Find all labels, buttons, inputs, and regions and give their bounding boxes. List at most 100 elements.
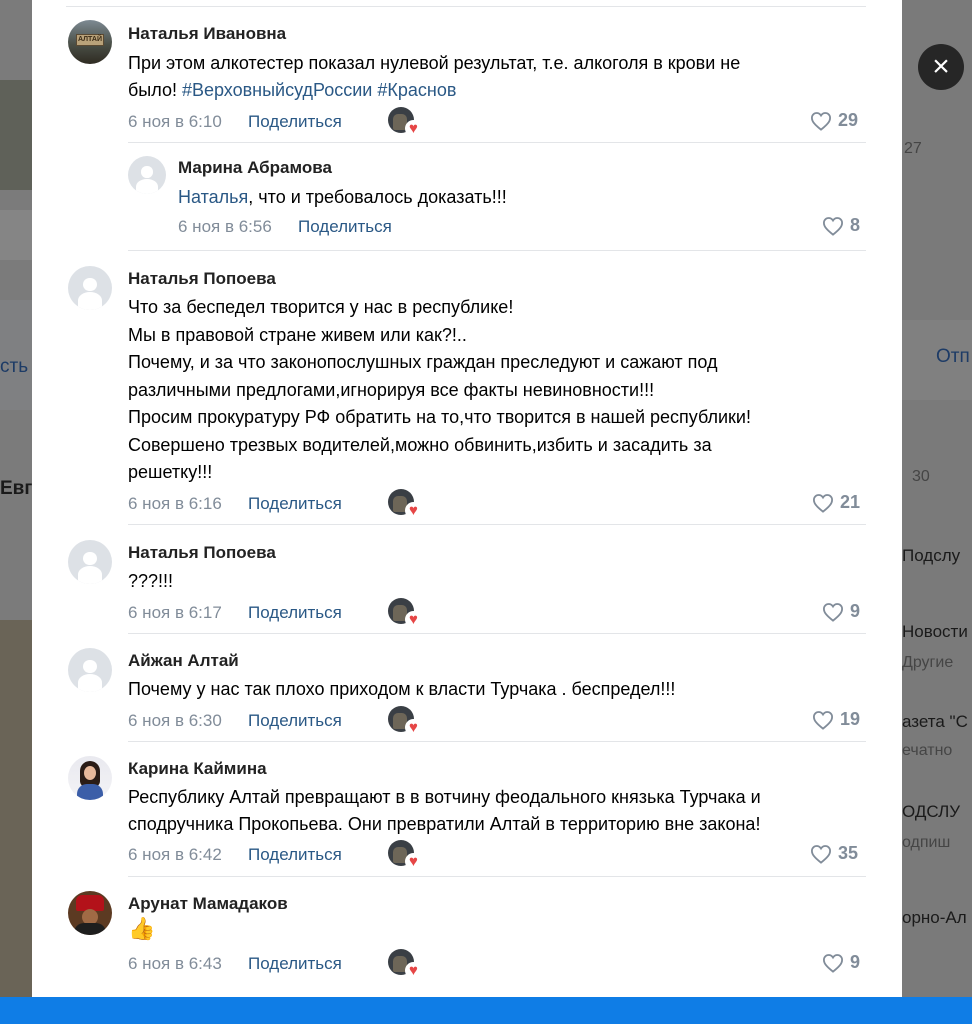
like-button[interactable]: 21	[812, 492, 860, 513]
share-link[interactable]: Поделиться	[248, 954, 342, 974]
hashtag-link[interactable]: #Краснов	[377, 80, 456, 100]
bg-link: Отп	[936, 346, 970, 367]
comment-text: решетку!!!	[128, 462, 213, 482]
divider	[128, 876, 866, 877]
liked-by-avatar[interactable]: ♥	[388, 107, 422, 137]
comment-author[interactable]: Айжан Алтай	[128, 651, 239, 671]
comment-text: Почему, и за что законопослушных граждан…	[128, 352, 718, 372]
heart-icon: ♥	[405, 719, 422, 736]
like-button[interactable]: 29	[810, 110, 858, 131]
heart-outline-icon	[810, 844, 832, 864]
like-button[interactable]: 35	[810, 843, 858, 864]
bottom-bar	[0, 997, 972, 1024]
like-count: 8	[850, 215, 861, 235]
divider	[128, 524, 866, 525]
comment-text-part: было!	[128, 80, 182, 100]
comment-text: Республику Алтай превращают в в вотчину …	[128, 787, 761, 807]
comment-author[interactable]: Карина Каймина	[128, 759, 267, 779]
comment-date[interactable]: 6 ноя в 6:43	[128, 954, 222, 974]
like-count: 35	[838, 843, 859, 863]
background-left-column	[0, 0, 32, 1000]
share-link[interactable]: Поделиться	[248, 845, 342, 865]
comment-text: Просим прокуратуру РФ обратить на то,что…	[128, 407, 751, 427]
liked-by-avatar[interactable]: ♥	[388, 489, 422, 519]
bg-community: Подслу	[902, 546, 961, 565]
share-link[interactable]: Поделиться	[248, 711, 342, 731]
like-button[interactable]: 19	[812, 709, 860, 730]
comment-text: Почему у нас так плохо приходом к власти…	[128, 679, 676, 699]
avatar[interactable]	[68, 648, 112, 692]
divider	[128, 633, 866, 634]
close-button[interactable]: ×	[918, 44, 964, 90]
bg-community-sub: одпиш	[902, 834, 951, 851]
like-count: 9	[850, 952, 861, 972]
like-count: 29	[838, 110, 859, 130]
heart-icon: ♥	[405, 502, 422, 519]
bg-counter: 27	[904, 140, 922, 157]
comment-text: Наталья, что и требовалось доказать!!!	[178, 184, 507, 212]
comment-date[interactable]: 6 ноя в 6:16	[128, 494, 222, 514]
liked-by-avatar[interactable]: ♥	[388, 598, 422, 628]
comment-text: ???!!!	[128, 571, 174, 591]
avatar[interactable]: АЛТАЙ	[68, 20, 112, 64]
thumbs-up-emoji: 👍	[128, 916, 156, 941]
like-count: 19	[840, 709, 861, 729]
bg-left-text: сть	[0, 356, 29, 377]
close-icon: ×	[932, 50, 950, 83]
comment-author[interactable]: Наталья Попоева	[128, 269, 276, 289]
heart-outline-icon	[822, 216, 844, 236]
comment-date[interactable]: 6 ноя в 6:10	[128, 112, 222, 132]
heart-outline-icon	[822, 602, 844, 622]
avatar[interactable]	[128, 156, 166, 194]
mention-link[interactable]: Наталья	[178, 187, 248, 207]
bg-community-sub: Другие	[902, 654, 954, 671]
avatar[interactable]	[68, 266, 112, 310]
like-button[interactable]: 9	[822, 952, 860, 973]
share-link[interactable]: Поделиться	[248, 112, 342, 132]
divider	[128, 250, 866, 251]
bg-community: ОДСЛУ	[902, 802, 961, 821]
bg-left-text: Евг	[0, 478, 33, 499]
heart-icon: ♥	[405, 611, 422, 628]
comment-author[interactable]: Наталья Ивановна	[128, 24, 286, 44]
comment-text: сподручника Прокопьева. Они превратили А…	[128, 814, 761, 834]
comment-text: различными предлогами,игнорируя все факт…	[128, 380, 655, 400]
comment-text: Совершено трезвых водителей,можно обвини…	[128, 435, 712, 455]
bg-community: Новости	[902, 622, 968, 641]
comment-author[interactable]: Марина Абрамова	[178, 158, 332, 178]
comment-text-part: , что и требовалось доказать!!!	[248, 187, 507, 207]
like-count: 9	[850, 601, 861, 621]
comment-date[interactable]: 6 ноя в 6:17	[128, 603, 222, 623]
bg-community: орно-Ал	[902, 908, 967, 927]
heart-icon: ♥	[405, 962, 422, 979]
comment-date[interactable]: 6 ноя в 6:42	[128, 845, 222, 865]
divider	[128, 741, 866, 742]
comment-date[interactable]: 6 ноя в 6:30	[128, 711, 222, 731]
share-link[interactable]: Поделиться	[298, 217, 392, 237]
comments-modal: АЛТАЙ Наталья Ивановна При этом алкотест…	[32, 0, 902, 997]
bg-community-sub: ечатно	[902, 742, 953, 759]
like-button[interactable]: 9	[822, 601, 860, 622]
avatar[interactable]	[68, 891, 112, 935]
divider	[128, 142, 866, 143]
heart-outline-icon	[822, 953, 844, 973]
share-link[interactable]: Поделиться	[248, 494, 342, 514]
bg-community: азета "С	[902, 712, 968, 731]
liked-by-avatar[interactable]: ♥	[388, 706, 422, 736]
comment-text: Мы в правовой стране живем или как?!..	[128, 325, 467, 345]
comment-author[interactable]: Наталья Попоева	[128, 543, 276, 563]
hashtag-link[interactable]: #ВерховныйсудРоссии	[182, 80, 372, 100]
liked-by-avatar[interactable]: ♥	[388, 840, 422, 870]
heart-outline-icon	[812, 493, 834, 513]
avatar[interactable]	[68, 756, 112, 800]
like-button[interactable]: 8	[822, 215, 860, 236]
share-link[interactable]: Поделиться	[248, 603, 342, 623]
liked-by-avatar[interactable]: ♥	[388, 949, 422, 979]
avatar[interactable]	[68, 540, 112, 584]
heart-outline-icon	[810, 111, 832, 131]
comment-text: При этом алкотестер показал нулевой резу…	[128, 53, 741, 73]
heart-icon: ♥	[405, 853, 422, 870]
comment-author[interactable]: Арунат Мамадаков	[128, 894, 288, 914]
comment-date[interactable]: 6 ноя в 6:56	[178, 217, 272, 237]
heart-outline-icon	[812, 710, 834, 730]
